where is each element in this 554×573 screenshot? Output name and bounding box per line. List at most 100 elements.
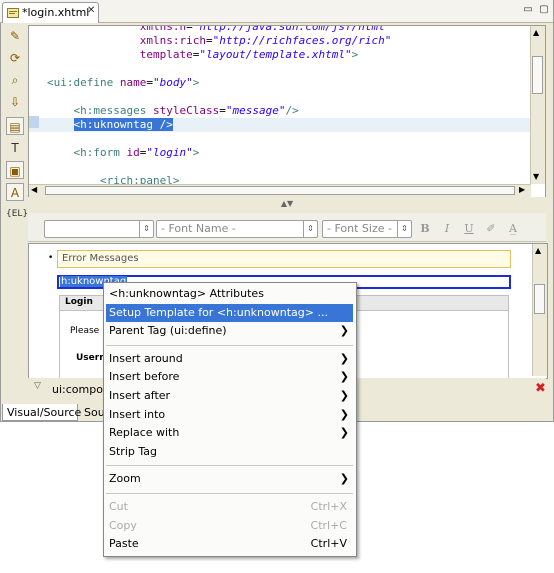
menu-item-label: Strip Tag (109, 444, 157, 458)
source-vertical-scrollbar[interactable]: ▲ ▼ (530, 26, 545, 184)
scroll-down-icon[interactable]: ▼ (533, 172, 539, 181)
menu-item[interactable]: Strip Tag (106, 443, 353, 461)
menu-item-shortcut: Ctrl+X (310, 500, 347, 513)
text-icon[interactable]: T (6, 139, 24, 157)
code-token: "layout/template.xhtml" (199, 48, 352, 61)
text-color-icon[interactable]: A̲ (506, 222, 520, 236)
code-line[interactable]: <ui:define name="body"> (29, 76, 545, 90)
editor-tab-title: *login.xhtml (22, 6, 90, 19)
code-line[interactable] (29, 132, 545, 146)
error-messages-label: Error Messages (62, 253, 139, 264)
refresh-icon[interactable]: ⟳ (6, 49, 24, 67)
preview-icon[interactable]: ⌕ (6, 71, 24, 89)
breadcrumb[interactable]: ui:compos (52, 383, 109, 396)
bullet-icon: • (48, 253, 54, 263)
menu-item[interactable]: Insert after ❯ (106, 387, 353, 405)
pane-splitter[interactable]: ▲▼ (28, 197, 546, 211)
scroll-up-icon[interactable]: ▲ (535, 246, 541, 255)
menu-item[interactable]: <h:unknowntag> Attributes (106, 285, 353, 303)
submenu-arrow-icon: ❯ (339, 426, 349, 440)
menu-item-label: Insert around (109, 351, 183, 365)
code-line[interactable] (29, 160, 545, 174)
font-name-combo[interactable]: - Font Name - ⇕ (156, 220, 318, 238)
code-token: > (351, 48, 359, 61)
h-scroll-thumb[interactable] (45, 186, 515, 195)
close-icon[interactable]: ✕ (87, 5, 95, 16)
code-token: = (205, 34, 213, 47)
menu-item[interactable]: Insert before ❯ (106, 368, 353, 386)
minimize-icon[interactable]: ▭ (522, 4, 534, 16)
style-combo[interactable]: ⇕ (44, 220, 154, 238)
submenu-arrow-icon: ❯ (339, 389, 349, 402)
code-line[interactable] (29, 90, 545, 104)
menu-item[interactable]: Copy Ctrl+C (106, 517, 353, 535)
code-token: "login" (146, 146, 193, 159)
menu-item[interactable]: Replace with ❯ (106, 424, 353, 442)
bold-button[interactable]: B (418, 222, 432, 236)
brush-icon[interactable]: ✐ (484, 222, 498, 236)
error-messages-box: • Error Messages (48, 250, 511, 268)
menu-item-shortcut: Ctrl+V (310, 537, 347, 551)
code-token: <h:form (73, 146, 127, 159)
submenu-arrow-icon: ❯ (339, 370, 349, 384)
submenu-arrow-icon: ❯ (339, 472, 349, 486)
code-token: <ui:define (47, 76, 120, 89)
code-line[interactable]: template="layout/template.xhtml"> (29, 48, 545, 62)
menu-item-shortcut: Ctrl+C (310, 518, 347, 532)
code-token: "http://richfaces.org/rich" (212, 34, 392, 47)
code-token: <h:messages (73, 104, 153, 117)
code-token: "http://java.sun.com/jsf/html" (192, 25, 392, 33)
import-icon[interactable]: ⇩ (6, 93, 24, 111)
red-x-icon[interactable]: ✖ (535, 381, 546, 396)
menu-item-label: Zoom (109, 472, 141, 486)
visual-icon[interactable]: ▤ (6, 117, 24, 135)
code-line[interactable]: <h:form id="login"> (29, 146, 545, 160)
code-line[interactable]: <h:uknowntag /> (29, 118, 545, 132)
underline-button[interactable]: U (462, 222, 476, 236)
code-token: > (192, 76, 200, 89)
tag-icon[interactable]: A (6, 183, 24, 201)
scroll-left-icon[interactable]: ◀ (31, 185, 37, 194)
font-size-combo[interactable]: - Font Size - ⇕ (322, 220, 412, 238)
scroll-up-icon[interactable]: ▲ (533, 28, 539, 37)
menu-item[interactable]: Cut Ctrl+X (106, 498, 353, 516)
source-icon[interactable]: ▣ (6, 161, 24, 179)
code-token: name (119, 76, 147, 89)
code-line[interactable]: <h:messages styleClass="message"/> (29, 104, 545, 118)
menu-item[interactable]: Insert around ❯ (106, 350, 353, 368)
source-horizontal-scrollbar[interactable]: ◀ ▶ (29, 184, 531, 197)
code-token: /> (285, 104, 299, 117)
el-icon[interactable]: {EL} (6, 205, 28, 223)
menu-item[interactable]: Zoom ❯ (106, 470, 353, 488)
menu-item[interactable]: Setup Template for <h:unknowntag> ... (106, 303, 353, 322)
collapse-icon[interactable]: ▽ (34, 381, 41, 391)
tab-visual-source[interactable]: Visual/Source (2, 404, 81, 421)
code-token: "message" (225, 104, 286, 117)
code-token: = (146, 76, 153, 89)
menu-item[interactable]: Insert into ❯ (106, 406, 353, 424)
visual-vertical-scrollbar[interactable]: ▲ (532, 244, 547, 376)
menu-item-label: <h:unknowntag> Attributes (109, 287, 264, 300)
scroll-right-icon[interactable]: ▶ (519, 185, 525, 194)
code-token: xmlns:rich (139, 34, 206, 47)
maximize-icon[interactable]: ▢ (538, 4, 550, 16)
code-line[interactable]: xmlns:h="http://java.sun.com/jsf/html" (29, 25, 545, 34)
left-toolbar: ✎ ⟳ ⌕ ⇩ ▤ T ▣ A {EL} (2, 25, 28, 410)
code-token: = (186, 25, 193, 33)
menu-item[interactable]: Parent Tag (ui:define) ❯ (106, 322, 353, 340)
source-editor[interactable]: xmlns:h="http://java.sun.com/jsf/html" x… (28, 25, 546, 199)
italic-button[interactable]: I (440, 222, 454, 236)
code-line[interactable]: xmlns:rich="http://richfaces.org/rich" (29, 34, 545, 48)
scroll-thumb[interactable] (532, 56, 543, 94)
editor-tab[interactable]: *login.xhtml ✕ (2, 2, 99, 23)
menu-item-label: Replace with (109, 426, 180, 440)
file-icon (7, 8, 19, 18)
code-line[interactable] (29, 62, 545, 76)
scroll-thumb[interactable] (534, 284, 545, 314)
chevron-down-icon: ⇕ (139, 221, 153, 237)
wrench-icon[interactable]: ✎ (6, 27, 24, 45)
menu-item[interactable]: Paste Ctrl+V (106, 535, 353, 553)
